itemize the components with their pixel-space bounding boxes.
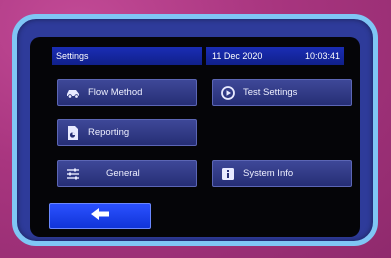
flow-method-label: Flow Method — [88, 87, 143, 98]
page-title: Settings — [52, 47, 202, 65]
datetime-panel: 11 Dec 2020 10:03:41 — [206, 47, 344, 65]
play-circle-icon — [219, 84, 237, 102]
test-settings-button[interactable]: Test Settings — [212, 79, 352, 106]
info-icon — [219, 165, 237, 183]
back-button[interactable] — [49, 203, 151, 229]
system-info-button[interactable]: System Info — [212, 160, 352, 187]
flow-method-button[interactable]: Flow Method — [57, 79, 197, 106]
report-icon — [64, 124, 82, 142]
general-button[interactable]: General — [57, 160, 197, 187]
arrow-left-icon — [90, 207, 110, 226]
reporting-label: Reporting — [88, 127, 130, 138]
general-label: General — [106, 168, 140, 179]
reporting-button[interactable]: Reporting — [57, 119, 197, 146]
system-info-label: System Info — [243, 168, 294, 179]
status-bar: Settings 11 Dec 2020 10:03:41 — [52, 47, 344, 65]
test-settings-label: Test Settings — [243, 87, 298, 98]
time-label: 10:03:41 — [304, 51, 340, 61]
sliders-icon — [64, 165, 82, 183]
car-icon — [64, 84, 82, 102]
date-label: 11 Dec 2020 — [212, 51, 263, 61]
